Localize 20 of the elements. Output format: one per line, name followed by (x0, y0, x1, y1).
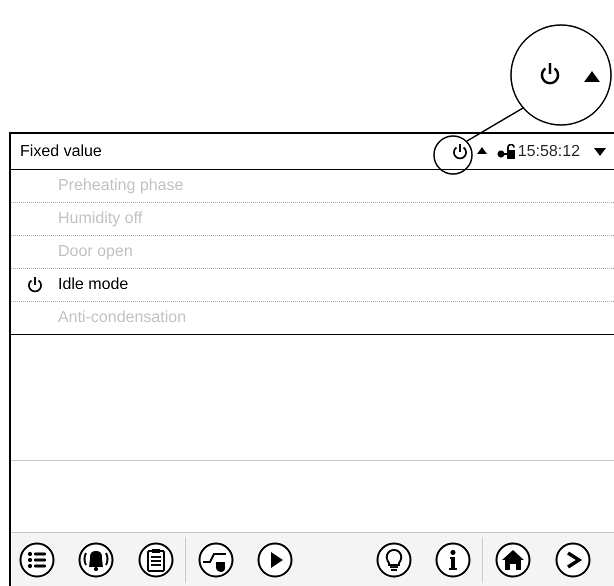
key-lock-icon (496, 144, 516, 160)
caret-up-icon[interactable] (476, 147, 487, 154)
alarm-bell-icon[interactable] (78, 542, 114, 578)
caret-down-icon[interactable] (594, 148, 606, 156)
status-menu-item[interactable]: Preheating phase (11, 170, 614, 203)
light-bulb-icon[interactable] (376, 542, 412, 578)
home-icon[interactable] (495, 542, 532, 578)
next-icon[interactable] (554, 542, 591, 578)
info-icon[interactable] (435, 542, 472, 578)
power-icon (26, 276, 42, 294)
menu-list-icon[interactable] (19, 542, 55, 578)
clock-time: 15:58:12 (518, 142, 580, 160)
clipboard-icon[interactable] (138, 542, 174, 578)
power-icon[interactable] (452, 142, 468, 160)
status-menu-item[interactable]: Idle mode (11, 269, 614, 302)
status-menu-item[interactable]: Humidity off (11, 203, 614, 236)
play-icon[interactable] (257, 542, 294, 578)
status-menu-item[interactable]: Anti-condensation (11, 302, 614, 334)
mode-title: Fixed value (20, 142, 102, 160)
status-menu-item[interactable]: Door open (11, 236, 614, 269)
